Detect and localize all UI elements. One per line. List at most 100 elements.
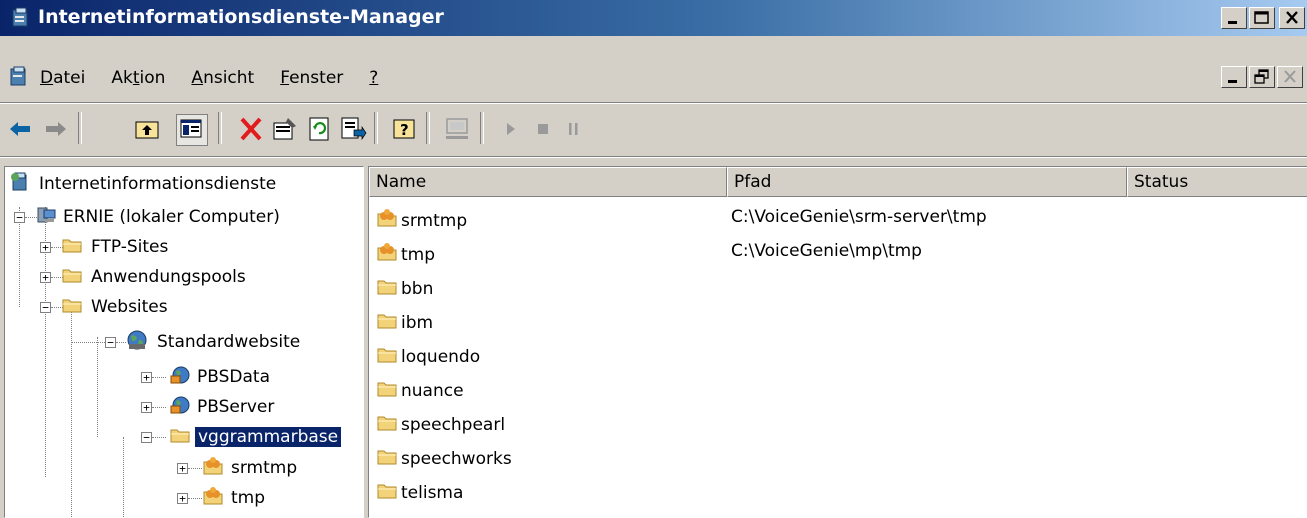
website-globe-icon <box>125 328 149 357</box>
tree-item-apppools[interactable]: Anwendungspools <box>61 262 246 292</box>
tree-item-standardwebsite[interactable]: Standardwebsite <box>125 327 300 357</box>
tree-label-websites: Websites <box>91 297 168 317</box>
virtual-directory-icon <box>375 207 399 234</box>
web-application-icon <box>169 394 191 421</box>
stop-icon[interactable] <box>528 114 558 144</box>
tree-pane[interactable]: Internetinformationsdienste − ERNIE (lok… <box>4 166 364 518</box>
tree-label-apppools: Anwendungspools <box>91 267 246 287</box>
refresh-icon[interactable] <box>304 114 334 144</box>
folder-icon <box>375 445 399 472</box>
back-arrow-icon[interactable] <box>6 114 36 144</box>
minimize-button[interactable] <box>1221 7 1247 29</box>
list-item[interactable]: telisma <box>369 473 1307 507</box>
column-header-status[interactable]: Status <box>1127 167 1307 197</box>
folder-icon <box>169 425 191 450</box>
folder-icon <box>61 295 83 320</box>
list-item[interactable]: speechworks <box>369 439 1307 473</box>
menu-datei[interactable]: Datei <box>40 68 85 88</box>
list-item-path: C:\VoiceGenie\mp\tmp <box>731 241 922 261</box>
menu-ansicht[interactable]: Ansicht <box>191 68 254 88</box>
tree-item-srmtmp[interactable]: srmtmp <box>201 453 297 483</box>
menu-ansicht-rest: nsicht <box>203 68 255 88</box>
start-icon[interactable] <box>496 114 526 144</box>
export-list-icon[interactable] <box>338 114 368 144</box>
tree-connector <box>71 342 105 343</box>
help-icon[interactable]: ? <box>390 114 420 144</box>
tree-item-root[interactable]: Internetinformationsdienste <box>9 169 276 199</box>
iis-root-icon <box>9 171 31 198</box>
menu-aktion-pre: Ak <box>111 68 133 88</box>
close-button[interactable] <box>1279 7 1305 29</box>
tree-connector <box>152 407 166 408</box>
expand-toggle[interactable]: + <box>141 372 152 383</box>
folder-icon <box>61 265 83 290</box>
tree-connector <box>152 437 166 438</box>
toolbar-separator <box>480 112 484 144</box>
expand-toggle[interactable]: + <box>40 272 51 283</box>
title-bar[interactable]: Internetinformationsdienste-Manager <box>0 0 1307 36</box>
maximize-button[interactable] <box>1249 7 1275 29</box>
menu-aktion[interactable]: Aktion <box>111 68 165 88</box>
tree-item-ftp[interactable]: FTP-Sites <box>61 232 168 262</box>
iis-app-icon[interactable] <box>10 7 32 34</box>
menu-fenster-accel: F <box>280 68 290 88</box>
show-tree-icon[interactable] <box>176 114 208 146</box>
delete-icon[interactable] <box>236 114 266 144</box>
list-item[interactable]: ibm <box>369 303 1307 337</box>
tree-label-standardwebsite: Standardwebsite <box>157 332 301 352</box>
list-item[interactable]: speechpearl <box>369 405 1307 439</box>
console-icon[interactable] <box>8 66 30 93</box>
tree-connector <box>71 307 72 517</box>
collapse-toggle[interactable]: − <box>40 302 51 313</box>
virtual-directory-icon <box>201 455 225 482</box>
tree-label-srmtmp: srmtmp <box>231 458 298 478</box>
menu-fenster[interactable]: Fenster <box>280 68 343 88</box>
list-item-name: srmtmp <box>401 210 468 231</box>
tree-label-vggrammarbase: vggrammarbase <box>193 426 343 448</box>
menu-bar: Datei Aktion Ansicht Fenster ? <box>0 59 1307 99</box>
virtual-directory-icon <box>375 241 399 268</box>
pause-icon[interactable] <box>558 114 588 144</box>
expand-toggle[interactable]: + <box>177 493 188 504</box>
column-header-name[interactable]: Name <box>369 167 727 197</box>
list-pane[interactable]: Name Pfad Status srmtmp C:\VoiceGenie\sr… <box>368 166 1307 518</box>
tree-item-vggrammarbase[interactable]: vggrammarbase <box>169 422 343 452</box>
list-item-name: speechpearl <box>401 414 506 435</box>
list-item[interactable]: srmtmp C:\VoiceGenie\srm-server\tmp <box>369 201 1307 235</box>
list-item[interactable]: tmp C:\VoiceGenie\mp\tmp <box>369 235 1307 269</box>
collapse-toggle[interactable]: − <box>14 212 25 223</box>
expand-toggle[interactable]: + <box>177 463 188 474</box>
list-item[interactable]: loquendo <box>369 337 1307 371</box>
tree-item-computer[interactable]: ERNIE (lokaler Computer) <box>35 202 280 232</box>
collapse-toggle[interactable]: − <box>141 432 152 443</box>
tree-item-websites[interactable]: Websites <box>61 292 168 322</box>
menu-aktion-accel: t <box>132 68 140 88</box>
list-item[interactable]: nuance <box>369 371 1307 405</box>
collapse-toggle[interactable]: − <box>105 337 116 348</box>
list-item-name: speechworks <box>401 448 512 469</box>
tree-connector <box>188 498 202 499</box>
expand-toggle[interactable]: + <box>141 402 152 413</box>
forward-arrow-icon[interactable] <box>40 114 70 144</box>
list-item[interactable]: bbn <box>369 269 1307 303</box>
tree-connector <box>97 337 98 437</box>
window-title: Internetinformationsdienste-Manager <box>38 6 444 28</box>
connect-computer-icon[interactable] <box>442 114 472 144</box>
menu-datei-rest: atei <box>53 68 86 88</box>
child-close-button[interactable] <box>1277 66 1303 88</box>
computer-icon <box>35 204 57 231</box>
tree-item-tmp[interactable]: tmp <box>201 483 265 513</box>
expand-toggle[interactable]: + <box>40 242 51 253</box>
menu-help-accel: ? <box>369 68 379 88</box>
tree-item-pbsdata[interactable]: PBSData <box>169 362 270 392</box>
up-folder-icon[interactable] <box>132 114 162 144</box>
properties-icon[interactable] <box>270 114 300 144</box>
column-header-path[interactable]: Pfad <box>727 167 1127 197</box>
menu-help[interactable]: ? <box>369 68 378 88</box>
menu-datei-accel: D <box>40 68 54 88</box>
child-restore-button[interactable] <box>1249 66 1275 88</box>
list-item-name: loquendo <box>401 346 481 367</box>
child-minimize-button[interactable] <box>1221 66 1247 88</box>
tree-label-root: Internetinformationsdienste <box>39 174 277 194</box>
tree-item-pbserver[interactable]: PBServer <box>169 392 274 422</box>
